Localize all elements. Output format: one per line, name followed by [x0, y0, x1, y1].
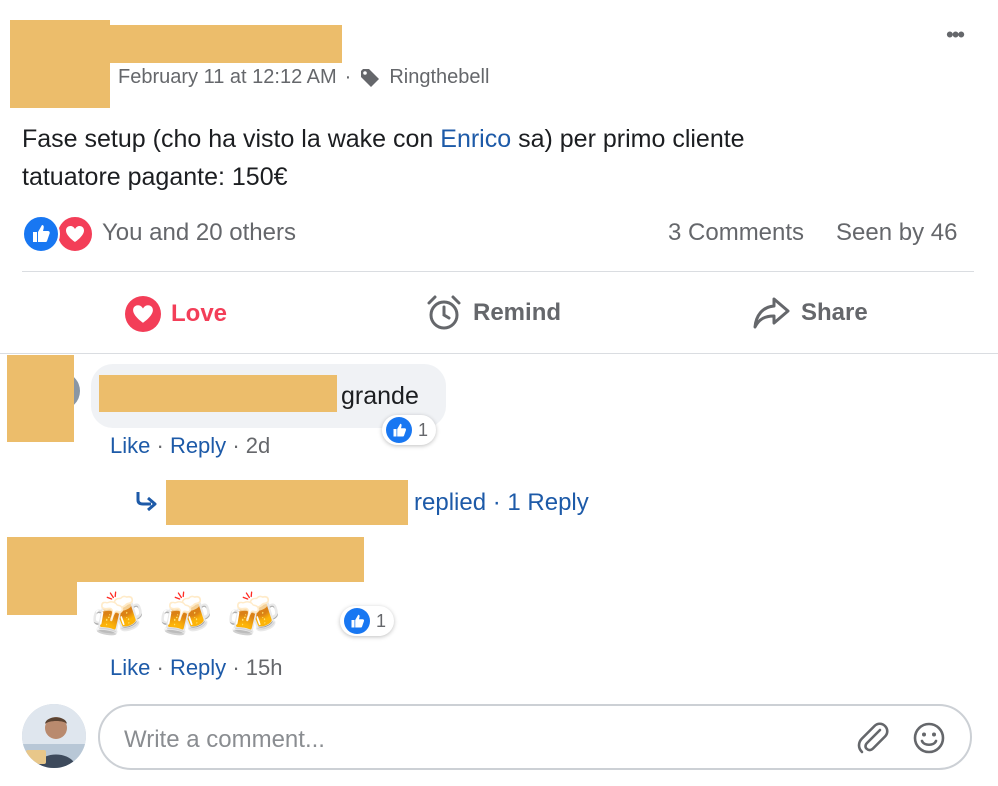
reaction-count: 1	[376, 610, 387, 631]
remind-button[interactable]: Remind	[425, 294, 561, 332]
tag-icon	[359, 68, 381, 88]
commenter-avatar-redacted[interactable]	[7, 355, 74, 442]
like-link[interactable]: Like	[110, 433, 150, 458]
commenter-name-redacted[interactable]	[7, 537, 364, 582]
beer-emoji: 🍻	[226, 591, 281, 640]
share-button[interactable]: Share	[753, 296, 868, 330]
remind-label: Remind	[473, 299, 562, 326]
beer-emoji: 🍻	[158, 591, 213, 640]
comment-reaction-badge[interactable]: 1	[340, 606, 395, 636]
replier-name-redacted[interactable]	[166, 480, 408, 525]
author-name-redacted[interactable]	[10, 25, 342, 63]
seen-by[interactable]: Seen by 46	[836, 219, 957, 247]
share-arrow-icon	[753, 296, 791, 330]
replies-count: 1 Reply	[507, 489, 589, 516]
post-tag[interactable]: Ringthebell	[389, 66, 489, 89]
reply-link[interactable]: Reply	[170, 655, 226, 680]
replies-link[interactable]: replied · 1 Reply	[414, 489, 589, 517]
comment-input[interactable]: Write a comment...	[98, 704, 972, 770]
alarm-clock-icon	[425, 294, 463, 332]
like-icon	[386, 417, 412, 443]
reactions-summary[interactable]: You and 20 others	[102, 219, 296, 247]
post-timestamp[interactable]: February 11 at 12:12 AM	[118, 66, 337, 89]
heart-icon	[125, 296, 161, 332]
heart-icon	[56, 215, 94, 253]
reaction-icons[interactable]	[22, 215, 96, 253]
meta-separator: ·	[344, 66, 352, 88]
actions-divider	[0, 353, 998, 354]
reply-link[interactable]: Reply	[170, 433, 226, 458]
like-icon	[344, 608, 370, 634]
post-text-line-1: Fase setup (cho ha visto la wake con Enr…	[22, 125, 745, 153]
comment-placeholder: Write a comment...	[124, 726, 325, 753]
like-icon	[22, 215, 60, 253]
share-label: Share	[801, 299, 868, 326]
smiley-icon[interactable]	[912, 721, 946, 760]
post-text-line-2: tatuatore pagante: 150€	[22, 163, 288, 191]
post-text: Fase setup (cho ha visto la wake con Enr…	[22, 120, 745, 196]
love-button[interactable]: Love	[125, 296, 227, 332]
like-link[interactable]: Like	[110, 655, 150, 680]
comment-time[interactable]: 15h	[246, 655, 283, 680]
comment-time[interactable]: 2d	[246, 433, 270, 458]
reply-arrow-icon	[135, 490, 159, 517]
comment-actions: Like · Reply · 15h	[110, 655, 283, 680]
replies-text: replied	[414, 489, 487, 516]
comments-count[interactable]: 3 Comments	[668, 219, 804, 247]
avatar[interactable]	[22, 704, 86, 768]
comment-reaction-badge[interactable]: 1	[382, 415, 437, 445]
comment-actions: Like · Reply · 2d	[110, 433, 271, 458]
paperclip-icon[interactable]	[856, 721, 890, 760]
comment-text: grande	[341, 382, 419, 410]
reactions-divider	[22, 271, 974, 272]
reaction-count: 1	[418, 419, 429, 440]
commenter-name-redacted[interactable]	[99, 375, 337, 412]
beer-emoji: 🍻	[90, 591, 145, 640]
love-label: Love	[171, 300, 228, 327]
more-icon[interactable]: •••	[946, 22, 965, 48]
mention-link[interactable]: Enrico	[440, 125, 511, 153]
post-meta: February 11 at 12:12 AM · Ringthebell	[118, 66, 489, 89]
